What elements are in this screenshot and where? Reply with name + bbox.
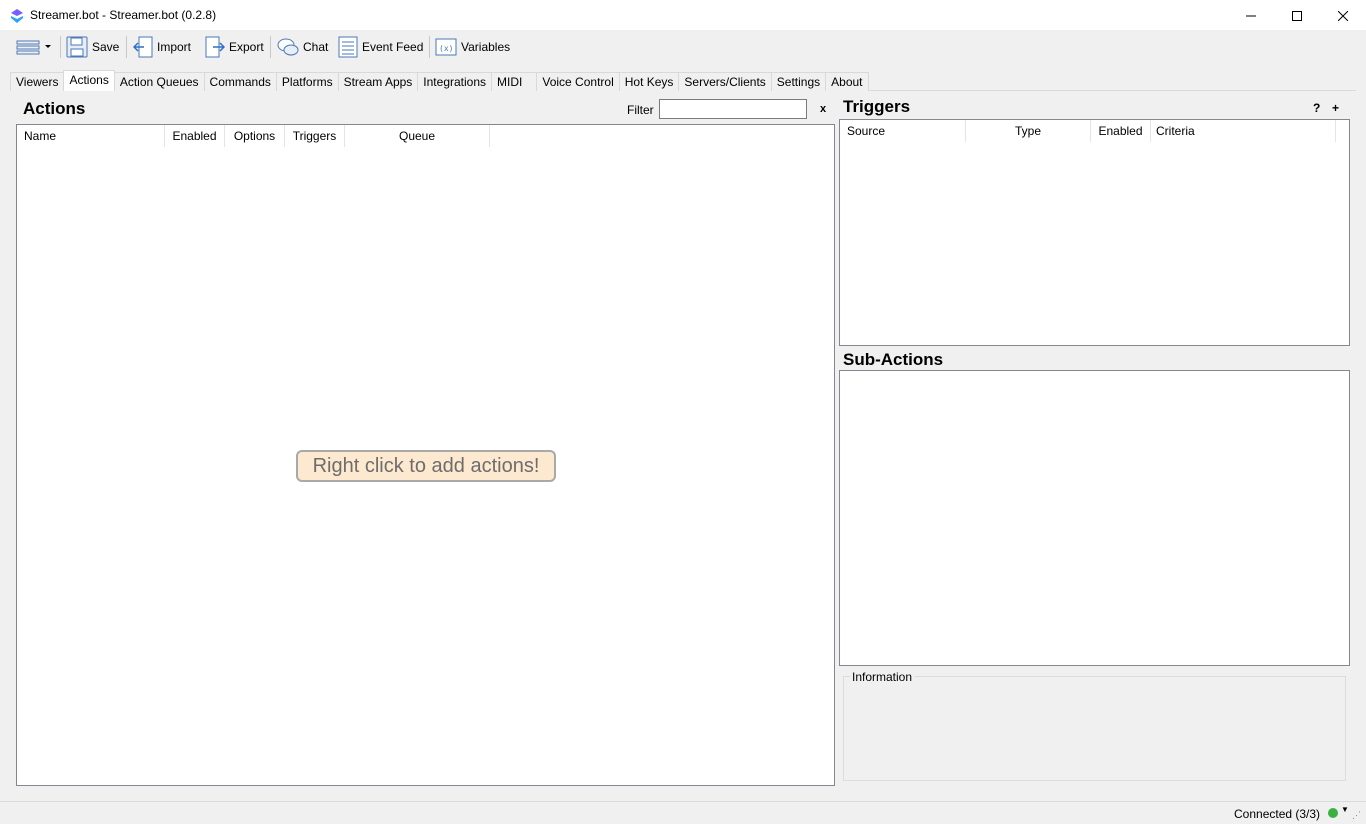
export-label: Export <box>229 40 264 54</box>
sub-actions-title: Sub-Actions <box>843 350 944 369</box>
menu-dropdown-button[interactable] <box>16 34 52 60</box>
import-label: Import <box>157 40 192 54</box>
triggers-add-button[interactable]: + <box>1332 101 1339 115</box>
toolbar-separator <box>429 36 430 58</box>
import-button[interactable]: Import <box>133 34 191 60</box>
tab-stream-apps[interactable]: Stream Apps <box>337 72 419 91</box>
column-header-type[interactable]: Type <box>966 120 1091 142</box>
toolbar-separator <box>60 36 61 58</box>
tab-integrations[interactable]: Integrations <box>417 72 493 91</box>
actions-title: Actions <box>23 99 86 118</box>
window-title: Streamer.bot - Streamer.bot (0.2.8) <box>30 8 217 22</box>
column-header-options[interactable]: Options <box>225 125 285 147</box>
tab-midi[interactable]: MIDI <box>491 72 538 91</box>
tab-voice-control[interactable]: Voice Control <box>536 72 620 91</box>
maximize-icon <box>1292 10 1302 21</box>
toolbar-separator <box>270 36 271 58</box>
chat-bubble-icon <box>277 38 299 56</box>
export-arrow-icon <box>205 36 225 58</box>
chat-button[interactable]: Chat <box>277 34 328 60</box>
column-header-criteria[interactable]: Criteria <box>1151 120 1336 142</box>
maximize-button[interactable] <box>1274 0 1320 31</box>
column-header-queue[interactable]: Queue <box>345 125 490 147</box>
column-header-name[interactable]: Name <box>17 125 165 147</box>
tab-viewers[interactable]: Viewers <box>10 72 65 91</box>
column-header-enabled[interactable]: Enabled <box>1091 120 1151 142</box>
save-label: Save <box>92 40 120 54</box>
column-header-source[interactable]: Source <box>840 120 966 142</box>
sub-actions-list[interactable] <box>839 370 1350 666</box>
tab-settings[interactable]: Settings <box>770 72 827 91</box>
empty-actions-hint: Right click to add actions! <box>296 450 556 482</box>
variables-button[interactable]: (x) Variables <box>435 34 510 60</box>
minimize-button[interactable] <box>1228 0 1274 31</box>
toolbar: Save Import Export Chat Event Feed (x) V… <box>0 31 1366 63</box>
chevron-down-icon <box>45 45 51 48</box>
toolbar-separator <box>126 36 127 58</box>
tab-hot-keys[interactable]: Hot Keys <box>618 72 680 91</box>
filter-label: Filter <box>627 103 654 117</box>
floppy-disk-icon <box>66 36 88 58</box>
filter-input[interactable] <box>659 99 807 119</box>
status-bar: Connected (3/3) <box>0 801 1366 824</box>
filter-clear-button[interactable]: x <box>820 103 826 115</box>
tab-commands[interactable]: Commands <box>203 72 277 91</box>
resize-grip-icon[interactable]: ⋰ <box>1352 810 1361 821</box>
connection-status: Connected (3/3) <box>1234 807 1321 821</box>
tab-action-queues[interactable]: Action Queues <box>113 72 205 91</box>
close-button[interactable] <box>1320 0 1366 31</box>
export-button[interactable]: Export <box>205 34 264 60</box>
connection-status-icon[interactable] <box>1328 808 1338 818</box>
triggers-title: Triggers <box>843 97 911 116</box>
tab-platforms[interactable]: Platforms <box>275 72 339 91</box>
tab-about[interactable]: About <box>825 72 869 91</box>
tab-servers-clients[interactable]: Servers/Clients <box>678 72 772 91</box>
triggers-list[interactable]: Source Type Enabled Criteria <box>839 119 1350 346</box>
minimize-icon <box>1246 15 1256 16</box>
save-button[interactable]: Save <box>66 34 119 60</box>
import-arrow-icon <box>133 36 153 58</box>
hamburger-menu-icon <box>16 40 40 55</box>
streamerbot-logo-icon <box>11 9 23 23</box>
chevron-down-icon[interactable]: ▼ <box>1341 805 1349 814</box>
chat-label: Chat <box>303 40 329 54</box>
variables-label: Variables <box>461 40 511 54</box>
information-label: Information <box>850 670 915 684</box>
triggers-help-button[interactable]: ? <box>1313 101 1320 115</box>
tab-actions[interactable]: Actions <box>63 70 115 91</box>
svg-text:(x): (x) <box>439 44 453 53</box>
list-document-icon <box>338 36 358 58</box>
column-header-enabled[interactable]: Enabled <box>165 125 225 147</box>
event-feed-button[interactable]: Event Feed <box>338 34 423 60</box>
variables-icon: (x) <box>435 38 457 56</box>
information-group <box>843 676 1346 781</box>
column-header-triggers[interactable]: Triggers <box>285 125 345 147</box>
close-icon <box>1338 10 1348 21</box>
title-bar: Streamer.bot - Streamer.bot (0.2.8) <box>0 0 1366 31</box>
main-tabs: Viewers Actions Action Queues Commands P… <box>10 70 869 91</box>
event-feed-label: Event Feed <box>362 40 424 54</box>
